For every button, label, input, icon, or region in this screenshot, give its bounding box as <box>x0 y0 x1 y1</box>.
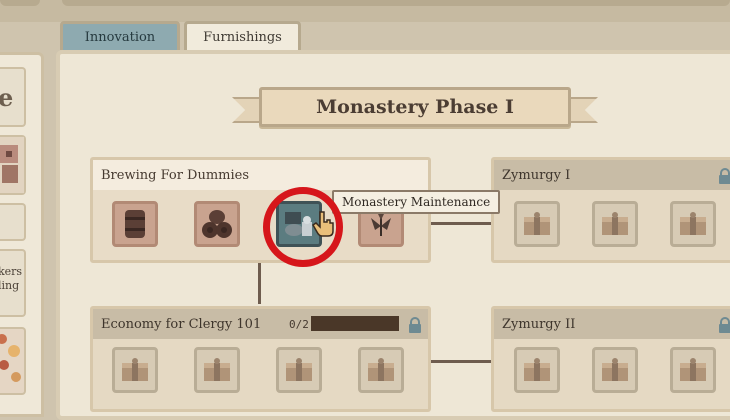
crate-icon <box>286 358 312 381</box>
barrel-icon <box>125 210 145 238</box>
top-strip-segment <box>62 0 730 6</box>
crate-icon <box>122 358 148 381</box>
sidebar-card[interactable]: kers ling <box>0 249 26 317</box>
progress-count: 0/2 <box>289 318 309 331</box>
research-item-locked[interactable] <box>358 347 404 393</box>
card-title: Zymurgy I <box>494 160 730 190</box>
research-item-locked[interactable] <box>514 201 560 247</box>
sidebar-art-icon <box>0 334 21 382</box>
research-item-locked[interactable] <box>276 347 322 393</box>
tab-furnishings[interactable]: Furnishings <box>184 21 301 50</box>
research-item-barrels[interactable] <box>194 201 240 247</box>
crate-icon <box>680 358 706 381</box>
research-item-locked[interactable] <box>670 347 716 393</box>
phase-banner: Monastery Phase I <box>232 87 598 131</box>
crate-icon <box>680 212 706 235</box>
crate-icon <box>524 358 550 381</box>
crate-icon <box>204 358 230 381</box>
tab-innovation[interactable]: Innovation <box>60 21 180 50</box>
top-strip-segment <box>0 0 40 6</box>
sidebar-letter: e <box>0 83 14 112</box>
lock-icon <box>719 168 730 184</box>
research-item-locked[interactable] <box>592 201 638 247</box>
crate-icon <box>602 212 628 235</box>
left-sidebar: e kers ling <box>0 52 44 417</box>
sidebar-text-1: kers <box>0 265 23 278</box>
research-item-locked[interactable] <box>514 347 560 393</box>
crate-icon <box>524 212 550 235</box>
sidebar-text-2: ling <box>0 279 20 292</box>
tree-connector-vertical <box>258 262 261 304</box>
card-title: Zymurgy II <box>494 309 730 339</box>
research-item-locked[interactable] <box>670 201 716 247</box>
crate-icon <box>602 358 628 381</box>
tree-connector-horizontal <box>430 360 492 363</box>
research-item-locked[interactable] <box>112 347 158 393</box>
banner-title: Monastery Phase I <box>259 87 571 127</box>
sidebar-card-art[interactable] <box>0 327 26 395</box>
tree-connector-horizontal <box>430 222 492 225</box>
progress-bar <box>311 316 399 331</box>
crate-icon <box>368 358 394 381</box>
research-item-locked[interactable] <box>194 347 240 393</box>
card-title: Brewing For Dummies <box>93 160 428 190</box>
lock-icon <box>719 317 730 333</box>
sidebar-card-art[interactable] <box>0 135 26 195</box>
pointer-hand-icon <box>312 211 334 237</box>
sidebar-art-icon <box>0 137 24 193</box>
research-item-barrel[interactable] <box>112 201 158 247</box>
top-strip <box>0 0 730 22</box>
sidebar-card[interactable] <box>0 203 26 241</box>
lock-icon <box>409 317 421 333</box>
research-item-locked[interactable] <box>592 347 638 393</box>
barrels-icon <box>202 210 232 238</box>
item-tooltip: Monastery Maintenance <box>332 190 501 214</box>
